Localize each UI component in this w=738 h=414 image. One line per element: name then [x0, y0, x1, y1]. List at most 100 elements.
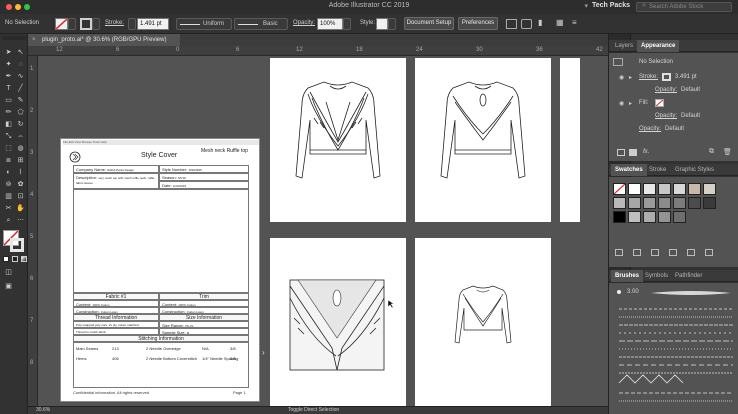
screen-mode-icon[interactable]: ▣ [3, 282, 14, 292]
fill-visibility-icon[interactable]: ◉ [619, 100, 624, 107]
blend-tool-icon[interactable]: ⊚ [3, 180, 14, 190]
toolbar-grip[interactable] [2, 36, 26, 40]
pattern-brushes-list[interactable] [617, 303, 735, 409]
paintbrush-tool-icon[interactable]: ✎ [15, 96, 26, 106]
style-cover-sheet[interactable]: File Edit View Browse Tools Help Style C… [60, 138, 260, 402]
brush-definition-dropdown[interactable]: Basic [234, 18, 288, 30]
swatch-color[interactable] [673, 211, 686, 223]
mesh-tool-icon[interactable]: ⊞ [15, 156, 26, 166]
swatch-color[interactable] [628, 211, 641, 223]
symbol-sprayer-tool-icon[interactable]: ✿ [15, 180, 26, 190]
arrange-documents-icon[interactable]: ▦ [556, 18, 564, 27]
new-group-icon[interactable] [669, 249, 677, 256]
add-effect-icon[interactable]: fx. [643, 149, 649, 155]
swatch-color[interactable] [658, 197, 671, 209]
object-opacity-label[interactable]: Opacity: [639, 126, 661, 132]
artboard-partial[interactable] [560, 58, 580, 222]
add-stroke-icon[interactable] [617, 149, 625, 156]
fill-expand-icon[interactable]: ▸ [629, 100, 632, 107]
appearance-stroke-label[interactable]: Stroke: [639, 74, 658, 80]
stroke-opacity-label[interactable]: Opacity: [655, 87, 677, 93]
swatch-color[interactable] [643, 183, 656, 195]
stroke-dropdown[interactable] [92, 18, 100, 30]
swatch-color[interactable] [628, 183, 641, 195]
preferences-button[interactable]: Preferences [458, 17, 498, 30]
pen-tool-icon[interactable]: ✒ [3, 72, 14, 82]
opacity-dropdown[interactable] [343, 18, 351, 30]
fill-dropdown[interactable] [68, 18, 76, 30]
gradient-tool-icon[interactable]: ◐ [3, 168, 14, 178]
swatch-color[interactable] [688, 197, 701, 209]
vertical-ruler[interactable]: 1 2 3 4 5 6 7 8 [28, 56, 38, 406]
appearance-fill-swatch[interactable] [655, 99, 664, 107]
tab-swatches[interactable]: Swatches [611, 164, 647, 176]
artboard-detail-view[interactable] [270, 238, 406, 406]
tab-appearance[interactable]: Appearance [637, 40, 680, 52]
shape-builder-tool-icon[interactable]: ◍ [15, 144, 26, 154]
swatch-color[interactable] [628, 197, 641, 209]
drawing-mode-icon[interactable]: ◫ [3, 268, 14, 278]
brush-stroke-preview[interactable] [649, 287, 733, 299]
close-tab-icon[interactable]: × [32, 34, 36, 46]
tab-stroke[interactable]: Stroke [645, 164, 670, 176]
swatch-color[interactable] [673, 183, 686, 195]
tab-brushes[interactable]: Brushes [611, 270, 644, 282]
perspective-grid-tool-icon[interactable]: ⧈ [3, 156, 14, 166]
graphic-style-swatch[interactable] [376, 18, 388, 30]
swatch-color[interactable] [643, 197, 656, 209]
swatch-color[interactable] [703, 183, 716, 195]
delete-swatch-icon[interactable] [705, 249, 713, 256]
rotate-tool-icon[interactable]: ↻ [15, 120, 26, 130]
artboard-tool-icon[interactable]: ⊡ [15, 192, 26, 202]
artboard-back-view[interactable] [415, 58, 551, 222]
appearance-stroke-swatch[interactable] [662, 73, 671, 81]
swatch-color[interactable] [613, 197, 626, 209]
variable-width-profile-dropdown[interactable]: Uniform [176, 18, 232, 30]
gradient-mode-icon[interactable] [21, 256, 27, 262]
swatch-color[interactable] [643, 211, 656, 223]
tab-graphic-styles[interactable]: Graphic Styles [671, 164, 718, 176]
artboard-front-view[interactable] [270, 58, 406, 222]
fill-opacity-label[interactable]: Opacity: [655, 113, 677, 119]
shaper-tool-icon[interactable]: ⬠ [15, 108, 26, 118]
tab-layers[interactable]: Layers [611, 40, 637, 52]
magic-wand-tool-icon[interactable]: ✦ [3, 60, 14, 70]
swatch-none[interactable] [613, 183, 626, 195]
swatch-color[interactable] [658, 183, 671, 195]
workspace-switcher[interactable]: Tech Packs [592, 2, 630, 9]
search-stock-input[interactable]: Search Adobe Stock [636, 2, 732, 12]
zoom-level[interactable]: 30.6% [36, 407, 50, 413]
transform-icon[interactable] [521, 19, 532, 29]
default-colors-icon[interactable] [3, 256, 9, 262]
free-transform-tool-icon[interactable]: ⬚ [3, 144, 14, 154]
opacity-label[interactable]: Opacity: [293, 20, 315, 26]
curvature-tool-icon[interactable]: ∿ [15, 72, 26, 82]
document-tab[interactable]: × plugin_proto.ai* @ 30.6% (RGB/GPU Prev… [28, 34, 180, 46]
stroke-expand-icon[interactable]: ▸ [629, 74, 632, 81]
isolate-icon[interactable]: ▮ [538, 18, 548, 30]
artboard-small-view[interactable] [415, 238, 551, 406]
graphic-style-dropdown[interactable] [388, 18, 396, 30]
tab-pathfinder[interactable]: Pathfinder [671, 270, 706, 282]
selection-tool-icon[interactable]: ➤ [3, 48, 14, 58]
swatch-options-icon[interactable] [651, 249, 659, 256]
swatch-color[interactable] [688, 183, 701, 195]
document-setup-button[interactable]: Document Setup [404, 17, 454, 30]
rectangle-tool-icon[interactable]: ▭ [3, 96, 14, 106]
eyedropper-tool-icon[interactable]: ⌇ [15, 168, 26, 178]
show-kinds-icon[interactable] [633, 249, 641, 256]
zoom-tool-icon[interactable]: ⌕ [3, 216, 14, 226]
pencil-tool-icon[interactable]: ✏ [3, 108, 14, 118]
canvas[interactable]: File Edit View Browse Tools Help Style C… [38, 56, 608, 406]
scale-tool-icon[interactable]: ⤡ [3, 132, 14, 142]
stroke-stepper[interactable] [128, 18, 136, 30]
width-tool-icon[interactable]: ⇔ [15, 132, 26, 142]
stroke-weight-input[interactable]: 1.491 pt [137, 18, 169, 30]
direct-selection-tool-icon[interactable]: ↖ [15, 48, 26, 58]
panel-menu-icon[interactable]: ≡ [572, 18, 577, 27]
swatch-color[interactable] [703, 197, 716, 209]
line-segment-tool-icon[interactable]: ╱ [15, 84, 26, 94]
slice-tool-icon[interactable]: ✂ [3, 204, 14, 214]
add-fill-icon[interactable] [629, 149, 637, 156]
fill-swatch[interactable] [55, 18, 68, 30]
